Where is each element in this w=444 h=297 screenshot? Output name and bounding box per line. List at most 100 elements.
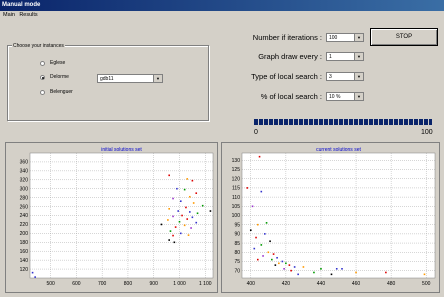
y-tick-label: 70 [234,268,240,274]
y-tick-label: 115 [232,186,240,192]
x-tick-label: 420 [282,281,291,287]
radio-delorme-label: Delorme [50,74,69,80]
chevron-down-icon[interactable]: ▼ [354,93,363,100]
y-tick-label: 120 [232,176,241,182]
iterations-label: Number if iterations : [252,33,322,42]
local-search-pct-select[interactable]: 10 % ▼ [326,92,364,101]
chevron-down-icon[interactable]: ▼ [354,73,363,80]
data-point [174,226,177,228]
y-tick-label: 260 [20,204,29,210]
local-search-type-select[interactable]: 3 ▼ [326,72,364,81]
x-tick-label: 460 [352,281,361,287]
y-tick-label: 200 [20,231,29,237]
data-point [276,256,278,259]
iterations-select[interactable]: 100 ▼ [326,33,364,42]
progress-bar [254,119,432,125]
progress-max-label: 100 [421,129,433,136]
progress-min-label: 0 [254,129,258,136]
data-point [281,260,284,263]
data-point [185,206,187,209]
y-tick-label: 340 [20,169,29,175]
local-search-pct-label: % of local search : [260,92,322,101]
data-point [167,219,169,221]
data-point [178,220,181,223]
data-point [274,264,277,266]
radio-eglese-label: Eglese [50,60,66,66]
y-tick-label: 80 [234,250,240,256]
data-point [177,210,180,212]
chevron-down-icon[interactable]: ▼ [153,75,162,82]
y-tick-label: 125 [232,167,241,173]
y-tick-label: 240 [20,213,29,219]
stop-button[interactable]: STOP [370,28,438,46]
x-tick-label: 900 [150,281,159,287]
radio-eglese[interactable]: Eglese [40,60,65,66]
data-point [265,222,268,224]
y-tick-label: 75 [234,259,240,265]
y-tick-label: 100 [232,213,241,219]
data-point [260,190,263,193]
local-search-pct-value: 10 % [329,94,341,100]
y-tick-label: 110 [232,195,240,201]
data-point [335,268,338,270]
initial-solutions-panel: initial solutions set 120 140 160 180 200 220 2… [5,142,218,293]
data-point [260,244,263,246]
graph-draw-select[interactable]: 1 ▼ [326,52,364,61]
y-tick-label: 280 [20,195,29,201]
data-point [355,271,357,274]
x-tick-label: 1 100 [199,281,212,287]
data-point [168,208,170,210]
data-point [256,258,259,261]
y-tick-label: 85 [234,241,240,247]
data-point [290,269,292,272]
initial-solutions-chart: initial solutions set 120 140 160 180 200 220 2… [20,147,214,287]
menu-main[interactable]: Main [3,12,15,18]
data-point [168,239,170,241]
menu-bar: Main Results [0,12,444,21]
data-point [190,227,192,229]
radio-delorme-circle[interactable] [40,74,45,80]
data-point [246,187,249,189]
data-point [191,179,194,182]
radio-delorme[interactable]: Delorme [40,74,69,80]
data-point [172,197,174,200]
data-point [196,212,199,215]
plot-area [29,152,214,279]
menu-results[interactable]: Results [19,12,37,18]
data-point [187,234,190,236]
x-tick-label: 400 [247,281,256,287]
chevron-down-icon[interactable]: ▼ [354,34,363,41]
y-tick-label: 220 [20,222,29,228]
y-tick-label: 95 [234,222,240,228]
data-point [253,247,256,250]
data-point [172,215,174,218]
x-tick-label: 800 [124,281,133,287]
data-point [264,233,266,235]
data-point [271,258,273,261]
local-search-type-label: Type of local search : [251,72,322,81]
data-point [272,253,275,255]
x-tick-label: 700 [98,281,107,287]
data-point [251,205,254,208]
data-point [423,273,426,276]
data-point [302,266,305,268]
data-point [168,174,170,177]
radio-belenguer[interactable]: Belenguer [40,89,73,95]
data-point [255,236,257,239]
data-point [297,273,299,276]
data-point [293,266,296,268]
instance-select[interactable]: gdb11 ▼ [97,74,163,83]
x-tick-label: 500 [46,281,55,287]
data-point [172,234,174,237]
x-tick-label: 500 [422,281,431,287]
radio-belenguer-circle[interactable] [40,89,45,95]
chevron-down-icon[interactable]: ▼ [354,53,363,60]
data-point [269,240,271,243]
local-search-type-value: 3 [329,74,332,80]
data-point [160,223,163,226]
data-point [320,268,322,270]
radio-eglese-circle[interactable] [40,60,45,66]
current-solutions-chart: current solutions set 70 75 80 85 90 95 100 105 1… [232,147,436,287]
data-point [201,204,204,207]
data-point [278,262,280,265]
